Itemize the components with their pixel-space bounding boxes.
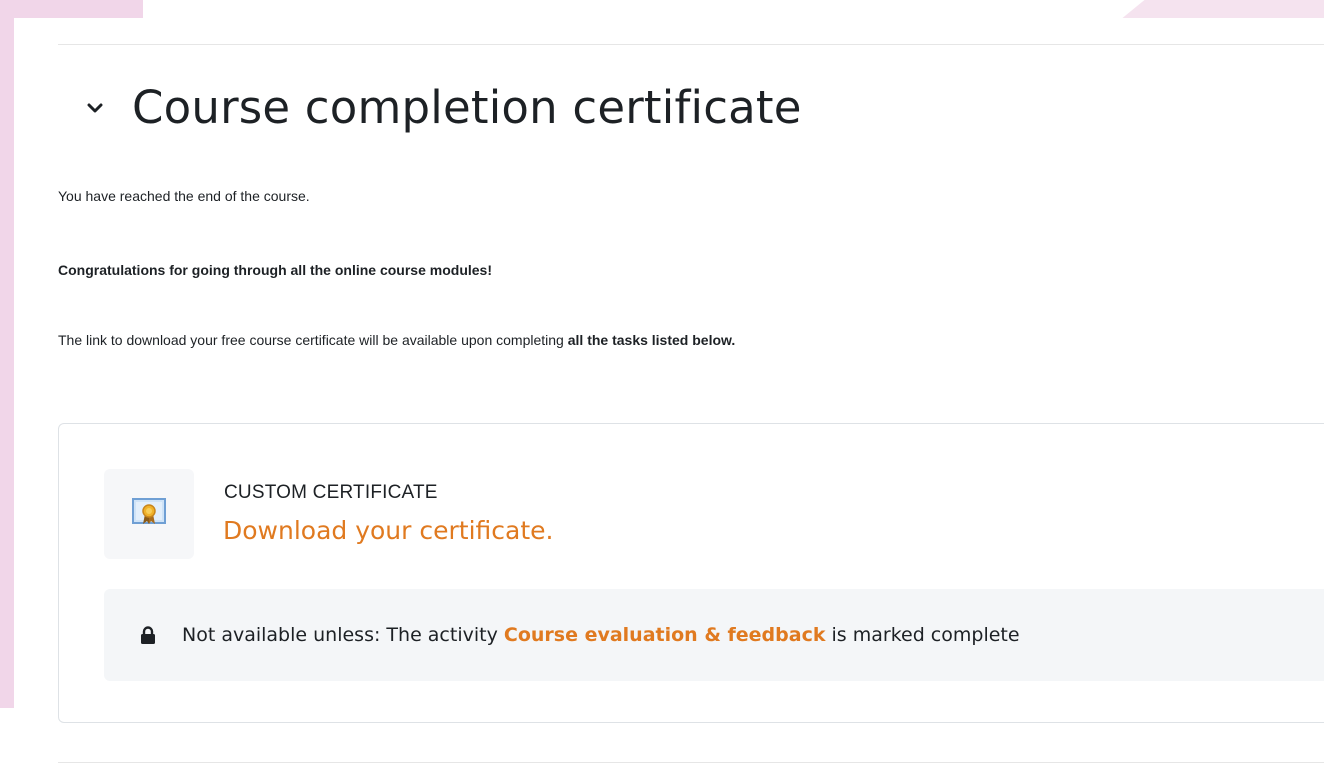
course-section: Course completion certificate You have r… bbox=[14, 18, 1324, 783]
lock-icon bbox=[140, 625, 156, 645]
intro-text-end-of-course: You have reached the end of the course. bbox=[58, 188, 310, 204]
section-divider-bottom bbox=[58, 762, 1324, 763]
intro-text-congratulations: Congratulations for going through all th… bbox=[58, 262, 492, 278]
download-info-bold: all the tasks listed below. bbox=[567, 332, 736, 348]
course-evaluation-feedback-link[interactable]: Course evaluation & feedback bbox=[504, 624, 826, 646]
section-header: Course completion certificate bbox=[84, 80, 802, 136]
activity-card-certificate: CUSTOM CERTIFICATE Download your certifi… bbox=[58, 423, 1324, 723]
chevron-down-icon[interactable] bbox=[84, 97, 106, 119]
restriction-suffix: is marked complete bbox=[825, 624, 1020, 646]
download-certificate-link[interactable]: Download your certificate. bbox=[223, 516, 553, 545]
section-title: Course completion certificate bbox=[132, 81, 802, 134]
activity-type-label: CUSTOM CERTIFICATE bbox=[224, 482, 438, 503]
download-info-prefix: The link to download your free course ce… bbox=[58, 332, 568, 348]
intro-text-download-info: The link to download your free course ce… bbox=[58, 332, 735, 348]
certificate-icon bbox=[132, 498, 166, 530]
section-divider-top bbox=[58, 44, 1324, 45]
availability-restriction: Not available unless: The activity Cours… bbox=[104, 589, 1324, 681]
activity-icon-container bbox=[104, 469, 194, 559]
decorative-frame-left bbox=[0, 0, 14, 708]
decorative-frame-top-left bbox=[0, 0, 143, 18]
restriction-prefix: Not available unless: The activity bbox=[182, 624, 504, 646]
decorative-frame-top-right bbox=[1120, 0, 1324, 20]
